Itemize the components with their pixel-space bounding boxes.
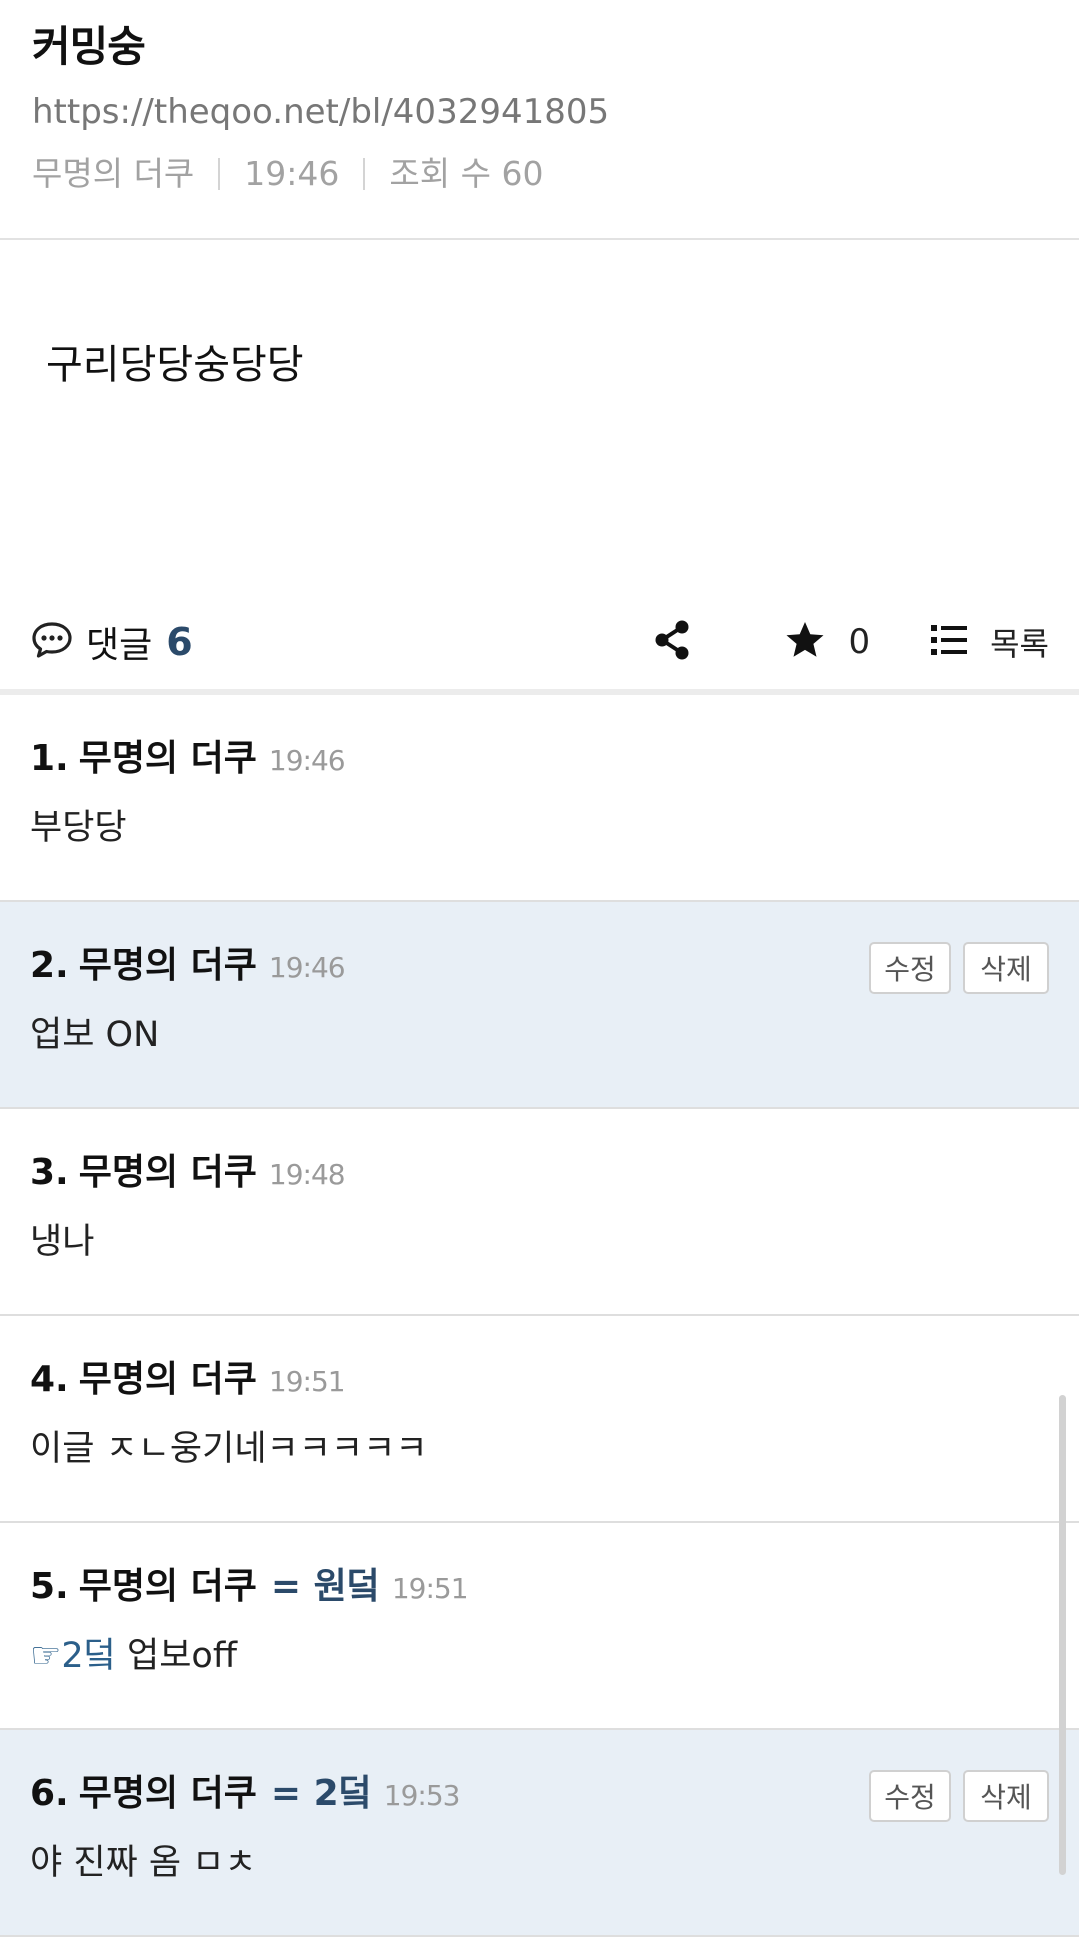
comment-number: 5.	[30, 1566, 69, 1607]
post-content: 구리당당숭당당	[46, 342, 304, 388]
list-icon	[930, 623, 968, 661]
comment-label: 댓글	[86, 625, 153, 666]
comment-actions: 수정 삭제	[857, 1770, 1049, 1822]
comment-count: 6	[166, 620, 193, 664]
comment-time: 19:46	[268, 951, 346, 984]
delete-button[interactable]: 삭제	[963, 942, 1049, 994]
comment-number: 6.	[30, 1773, 69, 1814]
comment-text: 이글 ㅈㄴ웅기네ㅋㅋㅋㅋㅋ	[30, 1429, 428, 1469]
star-count: 0	[848, 622, 871, 662]
post-author: 무명의 더쿠	[32, 154, 195, 193]
comment-author[interactable]: 무명의 더쿠	[79, 1764, 257, 1816]
post-views: 조회 수 60	[389, 154, 544, 193]
comment-number: 4.	[30, 1359, 69, 1400]
share-button[interactable]	[650, 620, 694, 664]
post-title: 커밍숭	[32, 22, 146, 71]
action-bar: 댓글 6 0 목록	[0, 595, 1079, 695]
reply-mention-link[interactable]: ☞2덬	[30, 1636, 116, 1676]
star-icon	[784, 620, 826, 664]
comment-body: 이글 ㅈㄴ웅기네ㅋㅋㅋㅋㅋ	[30, 1424, 1049, 1474]
comment-list: 1. 무명의 더쿠 19:46 부당당 2. 무명의 더쿠 19:46 업보 O…	[0, 695, 1079, 1937]
comment-author[interactable]: 무명의 더쿠	[79, 936, 257, 988]
list-label: 목록	[990, 625, 1049, 663]
comment-count-link[interactable]: 댓글 6	[30, 616, 193, 668]
comment-item: 2. 무명의 더쿠 19:46 업보 ON 수정 삭제	[0, 902, 1079, 1109]
comment-time: 19:51	[391, 1572, 469, 1605]
star-button[interactable]: 0	[784, 620, 870, 664]
share-icon	[652, 619, 692, 665]
comment-item: 6. 무명의 더쿠 = 2덬 19:53 야 진짜 옴 ㅁㅊ 수정 삭제	[0, 1730, 1079, 1937]
comment-time: 19:51	[268, 1365, 346, 1398]
comment-author[interactable]: 무명의 더쿠	[79, 729, 257, 781]
post-meta: 무명의 더쿠 19:46 조회 수 60	[32, 152, 1047, 196]
comment-number: 2.	[30, 945, 69, 986]
comment-body: 야 진짜 옴 ㅁㅊ	[30, 1838, 1049, 1888]
comment-time: 19:48	[268, 1158, 346, 1191]
comment-body: 냉나	[30, 1217, 1049, 1267]
comment-body: 부당당	[30, 803, 1049, 853]
comment-item: 1. 무명의 더쿠 19:46 부당당	[0, 695, 1079, 902]
comment-author[interactable]: 무명의 더쿠	[79, 1350, 257, 1402]
speech-bubble-icon	[30, 620, 74, 664]
comment-text: 부당당	[30, 808, 127, 848]
author-badge: = 원덬	[270, 1566, 380, 1607]
author-badge: = 2덬	[270, 1773, 372, 1814]
comment-body: 업보 ON	[30, 1010, 1049, 1060]
comment-item: 5. 무명의 더쿠 = 원덬 19:51 ☞2덬 업보off	[0, 1523, 1079, 1730]
comment-time: 19:46	[268, 744, 346, 777]
delete-button[interactable]: 삭제	[963, 1770, 1049, 1822]
comment-number: 3.	[30, 1152, 69, 1193]
comment-text: 업보off	[127, 1636, 237, 1676]
scrollbar[interactable]	[1059, 1395, 1066, 1875]
comment-number: 1.	[30, 738, 69, 779]
comment-author[interactable]: 무명의 더쿠	[79, 1143, 257, 1195]
list-button[interactable]: 목록	[930, 619, 1049, 665]
edit-button[interactable]: 수정	[869, 1770, 951, 1822]
comment-actions: 수정 삭제	[857, 942, 1049, 994]
post-url[interactable]: https://theqoo.net/bl/4032941805	[32, 90, 1047, 134]
comment-body: ☞2덬 업보off	[30, 1631, 1049, 1681]
post-header: 커밍숭 https://theqoo.net/bl/4032941805 무명의…	[0, 0, 1079, 240]
comment-text: 업보 ON	[30, 1015, 160, 1055]
post-body: 구리당당숭당당	[0, 240, 1079, 595]
comment-text: 냉나	[30, 1222, 95, 1262]
comment-text: 야 진짜 옴 ㅁㅊ	[30, 1843, 257, 1883]
meta-divider	[363, 158, 366, 190]
meta-divider	[218, 158, 221, 190]
post-time: 19:46	[244, 154, 340, 193]
comment-time: 19:53	[383, 1779, 461, 1812]
edit-button[interactable]: 수정	[869, 942, 951, 994]
comment-author[interactable]: 무명의 더쿠	[79, 1557, 257, 1609]
comment-item: 4. 무명의 더쿠 19:51 이글 ㅈㄴ웅기네ㅋㅋㅋㅋㅋ	[0, 1316, 1079, 1523]
comment-item: 3. 무명의 더쿠 19:48 냉나	[0, 1109, 1079, 1316]
